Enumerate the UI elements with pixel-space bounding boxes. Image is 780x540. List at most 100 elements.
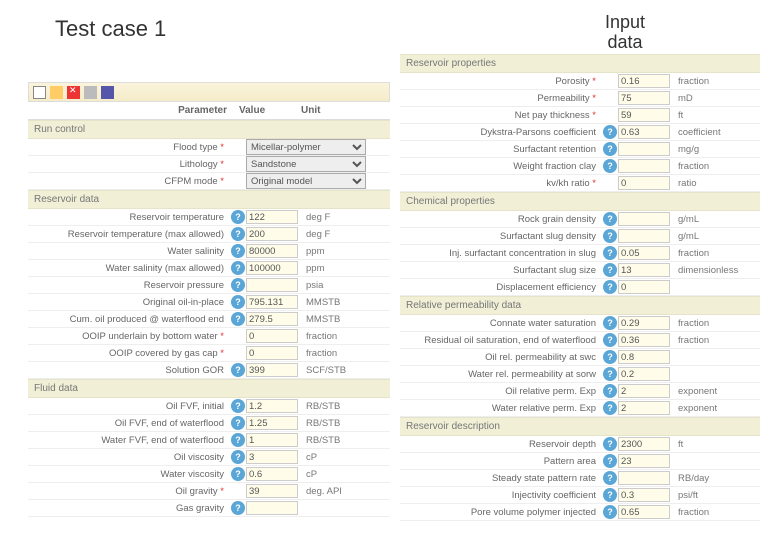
param-input[interactable] bbox=[246, 450, 298, 464]
help-icon[interactable]: ? bbox=[603, 350, 617, 364]
delete-icon[interactable] bbox=[67, 86, 80, 99]
help-icon[interactable]: ? bbox=[603, 280, 617, 294]
param-input[interactable] bbox=[246, 329, 298, 343]
param-select[interactable]: Sandstone bbox=[246, 156, 366, 172]
help-icon[interactable]: ? bbox=[231, 450, 245, 464]
param-unit bbox=[302, 506, 390, 510]
param-input[interactable] bbox=[246, 346, 298, 360]
param-input[interactable] bbox=[246, 416, 298, 430]
param-unit bbox=[674, 355, 760, 359]
help-icon[interactable]: ? bbox=[231, 261, 245, 275]
param-label: Water rel. permeability at sorw bbox=[400, 367, 600, 382]
help-icon[interactable]: ? bbox=[603, 246, 617, 260]
param-input[interactable] bbox=[618, 263, 670, 277]
param-input[interactable] bbox=[618, 74, 670, 88]
new-icon[interactable] bbox=[33, 86, 46, 99]
help-icon[interactable]: ? bbox=[603, 316, 617, 330]
help-icon[interactable]: ? bbox=[603, 454, 617, 468]
param-input[interactable] bbox=[246, 312, 298, 326]
param-input[interactable] bbox=[618, 125, 670, 139]
param-unit: ppm bbox=[302, 261, 390, 276]
param-input[interactable] bbox=[618, 108, 670, 122]
help-icon[interactable]: ? bbox=[603, 229, 617, 243]
param-input[interactable] bbox=[246, 433, 298, 447]
param-input[interactable] bbox=[618, 176, 670, 190]
help-icon[interactable]: ? bbox=[231, 210, 245, 224]
help-icon[interactable]: ? bbox=[231, 363, 245, 377]
param-label: OOIP covered by gas cap * bbox=[28, 346, 228, 361]
help-icon[interactable]: ? bbox=[603, 263, 617, 277]
param-input[interactable] bbox=[618, 471, 670, 485]
help-icon[interactable]: ? bbox=[231, 295, 245, 309]
param-input[interactable] bbox=[618, 384, 670, 398]
param-unit: MMSTB bbox=[302, 295, 390, 310]
help-icon[interactable]: ? bbox=[603, 384, 617, 398]
param-input[interactable] bbox=[246, 399, 298, 413]
param-input[interactable] bbox=[618, 437, 670, 451]
param-input[interactable] bbox=[618, 142, 670, 156]
param-input[interactable] bbox=[618, 350, 670, 364]
help-icon[interactable]: ? bbox=[603, 401, 617, 415]
param-input[interactable] bbox=[246, 227, 298, 241]
param-label: Water viscosity bbox=[28, 467, 228, 482]
param-input[interactable] bbox=[618, 488, 670, 502]
toolbar bbox=[28, 82, 390, 102]
param-input[interactable] bbox=[618, 316, 670, 330]
param-input[interactable] bbox=[618, 367, 670, 381]
help-icon[interactable]: ? bbox=[603, 333, 617, 347]
param-input[interactable] bbox=[246, 261, 298, 275]
param-unit: mD bbox=[674, 91, 760, 106]
param-unit: fraction bbox=[674, 159, 760, 174]
param-unit bbox=[366, 145, 390, 149]
help-icon[interactable]: ? bbox=[603, 125, 617, 139]
param-label: Displacement efficiency bbox=[400, 280, 600, 295]
param-input[interactable] bbox=[618, 401, 670, 415]
param-row: Reservoir temperature (max allowed)?deg … bbox=[28, 226, 390, 243]
param-input[interactable] bbox=[618, 159, 670, 173]
help-icon[interactable]: ? bbox=[603, 471, 617, 485]
help-icon[interactable]: ? bbox=[603, 367, 617, 381]
param-input[interactable] bbox=[246, 484, 298, 498]
param-input[interactable] bbox=[618, 505, 670, 519]
help-icon[interactable]: ? bbox=[603, 488, 617, 502]
help-icon[interactable]: ? bbox=[603, 159, 617, 173]
help-icon[interactable]: ? bbox=[231, 433, 245, 447]
param-input[interactable] bbox=[246, 501, 298, 515]
param-select[interactable]: Micellar-polymer bbox=[246, 139, 366, 155]
param-input[interactable] bbox=[246, 210, 298, 224]
help-icon[interactable]: ? bbox=[231, 501, 245, 515]
help-icon[interactable]: ? bbox=[231, 416, 245, 430]
param-input[interactable] bbox=[618, 246, 670, 260]
param-select[interactable]: Original model bbox=[246, 173, 366, 189]
param-input[interactable] bbox=[246, 244, 298, 258]
param-label: Oil FVF, end of waterflood bbox=[28, 416, 228, 431]
help-icon[interactable]: ? bbox=[231, 244, 245, 258]
param-input[interactable] bbox=[618, 333, 670, 347]
param-label: Rock grain density bbox=[400, 212, 600, 227]
param-input[interactable] bbox=[618, 280, 670, 294]
help-icon[interactable]: ? bbox=[231, 399, 245, 413]
param-row: kv/kh ratio *ratio bbox=[400, 175, 760, 192]
param-input[interactable] bbox=[246, 295, 298, 309]
param-label: Original oil-in-place bbox=[28, 295, 228, 310]
param-input[interactable] bbox=[618, 91, 670, 105]
help-icon[interactable]: ? bbox=[603, 505, 617, 519]
save-icon[interactable] bbox=[101, 86, 114, 99]
param-input[interactable] bbox=[618, 229, 670, 243]
open-icon[interactable] bbox=[50, 86, 63, 99]
help-icon[interactable]: ? bbox=[603, 142, 617, 156]
param-unit: deg. API bbox=[302, 484, 390, 499]
help-icon[interactable]: ? bbox=[231, 278, 245, 292]
param-input[interactable] bbox=[246, 363, 298, 377]
help-icon[interactable]: ? bbox=[231, 227, 245, 241]
help-icon[interactable]: ? bbox=[231, 312, 245, 326]
param-input[interactable] bbox=[618, 454, 670, 468]
param-input[interactable] bbox=[246, 467, 298, 481]
param-row: Water salinity (max allowed)?ppm bbox=[28, 260, 390, 277]
help-icon[interactable]: ? bbox=[231, 467, 245, 481]
help-icon[interactable]: ? bbox=[603, 212, 617, 226]
param-input[interactable] bbox=[246, 278, 298, 292]
param-input[interactable] bbox=[618, 212, 670, 226]
param-unit bbox=[674, 285, 760, 289]
help-icon[interactable]: ? bbox=[603, 437, 617, 451]
